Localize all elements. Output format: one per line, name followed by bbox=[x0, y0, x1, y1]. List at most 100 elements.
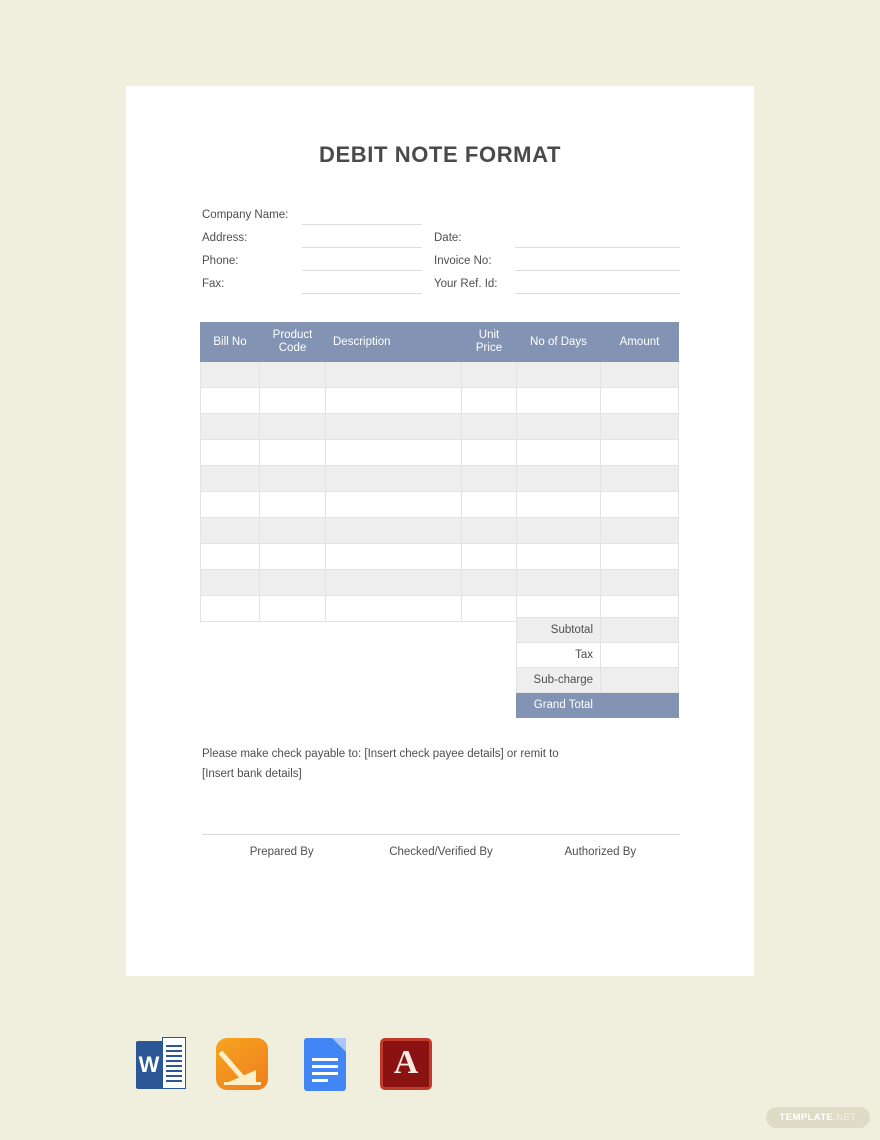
column-header-product-code[interactable]: Product Code bbox=[259, 321, 326, 363]
phone-label: Phone: bbox=[202, 255, 239, 267]
column-header-unit-price[interactable]: Unit Price bbox=[461, 321, 517, 363]
table-cell[interactable] bbox=[516, 491, 601, 519]
table-cell[interactable] bbox=[516, 439, 601, 467]
table-cell[interactable] bbox=[516, 543, 601, 571]
table-cell[interactable] bbox=[461, 491, 517, 519]
table-cell[interactable] bbox=[325, 465, 462, 493]
table-cell[interactable] bbox=[200, 491, 260, 519]
form-row-1: Company Name: bbox=[202, 207, 680, 230]
google-docs-icon[interactable] bbox=[294, 1036, 356, 1094]
template-net-watermark[interactable]: TEMPLATE .NET bbox=[766, 1107, 870, 1128]
table-row bbox=[200, 569, 679, 597]
table-cell[interactable] bbox=[325, 387, 462, 415]
table-cell[interactable] bbox=[516, 465, 601, 493]
table-cell[interactable] bbox=[600, 543, 679, 571]
table-cell[interactable] bbox=[516, 387, 601, 415]
form-fields: Company Name: Address: Date: Phone: Invo… bbox=[202, 207, 680, 299]
fax-input[interactable] bbox=[302, 276, 422, 294]
word-letter: W bbox=[138, 1052, 160, 1077]
adobe-pdf-icon[interactable]: A bbox=[376, 1036, 438, 1094]
your-ref-id-input[interactable] bbox=[515, 276, 680, 294]
totals-row-grand-total: Grand Total bbox=[516, 692, 679, 718]
table-cell[interactable] bbox=[200, 543, 260, 571]
form-row-3: Phone: Invoice No: bbox=[202, 253, 680, 276]
table-cell[interactable] bbox=[259, 387, 326, 415]
date-label: Date: bbox=[434, 232, 462, 244]
invoice-no-label: Invoice No: bbox=[434, 255, 492, 267]
address-input[interactable] bbox=[302, 230, 422, 248]
table-cell[interactable] bbox=[200, 595, 260, 623]
table-cell[interactable] bbox=[200, 387, 260, 415]
table-cell[interactable] bbox=[259, 517, 326, 545]
sub-charge-value[interactable] bbox=[600, 667, 679, 693]
table-cell[interactable] bbox=[200, 465, 260, 493]
tax-value[interactable] bbox=[600, 642, 679, 668]
table-cell[interactable] bbox=[259, 491, 326, 519]
table-cell[interactable] bbox=[259, 465, 326, 493]
table-cell[interactable] bbox=[461, 465, 517, 493]
table-cell[interactable] bbox=[516, 361, 601, 389]
table-cell[interactable] bbox=[516, 569, 601, 597]
column-header-amount[interactable]: Amount bbox=[600, 321, 679, 363]
table-cell[interactable] bbox=[516, 517, 601, 545]
table-cell[interactable] bbox=[461, 439, 517, 467]
table-row bbox=[200, 361, 679, 389]
table-cell[interactable] bbox=[461, 569, 517, 597]
invoice-no-input[interactable] bbox=[515, 253, 680, 271]
table-cell[interactable] bbox=[461, 543, 517, 571]
grand-total-value[interactable] bbox=[600, 692, 679, 718]
table-cell[interactable] bbox=[325, 413, 462, 441]
table-cell[interactable] bbox=[200, 413, 260, 441]
column-header-description[interactable]: Description bbox=[325, 321, 462, 363]
table-cell[interactable] bbox=[600, 439, 679, 467]
table-cell[interactable] bbox=[325, 569, 462, 597]
table-cell[interactable] bbox=[325, 517, 462, 545]
table-cell[interactable] bbox=[325, 543, 462, 571]
table-cell[interactable] bbox=[461, 387, 517, 415]
table-cell[interactable] bbox=[259, 413, 326, 441]
table-cell[interactable] bbox=[259, 361, 326, 389]
apple-pages-icon[interactable] bbox=[212, 1036, 274, 1094]
table-cell[interactable] bbox=[461, 595, 517, 623]
table-cell[interactable] bbox=[200, 517, 260, 545]
table-cell[interactable] bbox=[200, 569, 260, 597]
table-cell[interactable] bbox=[461, 413, 517, 441]
table-cell[interactable] bbox=[259, 569, 326, 597]
company-name-input[interactable] bbox=[302, 207, 422, 225]
signature-row: Prepared By Checked/Verified By Authoriz… bbox=[202, 834, 680, 858]
table-cell[interactable] bbox=[259, 543, 326, 571]
table-cell[interactable] bbox=[600, 517, 679, 545]
table-cell[interactable] bbox=[325, 439, 462, 467]
totals-row-sub-charge: Sub-charge bbox=[516, 667, 679, 693]
table-cell[interactable] bbox=[200, 439, 260, 467]
signature-line[interactable] bbox=[520, 834, 680, 835]
microsoft-word-icon[interactable]: W bbox=[130, 1036, 192, 1094]
table-cell[interactable] bbox=[259, 439, 326, 467]
table-cell[interactable] bbox=[516, 413, 601, 441]
table-cell[interactable] bbox=[325, 595, 462, 623]
table-cell[interactable] bbox=[600, 569, 679, 597]
table-cell[interactable] bbox=[259, 595, 326, 623]
signature-label: Prepared By bbox=[249, 846, 314, 858]
table-cell[interactable] bbox=[200, 361, 260, 389]
table-cell[interactable] bbox=[600, 413, 679, 441]
table-cell[interactable] bbox=[325, 491, 462, 519]
table-cell[interactable] bbox=[461, 517, 517, 545]
column-header-no-of-days[interactable]: No of Days bbox=[516, 321, 601, 363]
subtotal-value[interactable] bbox=[600, 617, 679, 643]
column-header-bill-no[interactable]: Bill No bbox=[200, 321, 260, 363]
table-cell[interactable] bbox=[600, 361, 679, 389]
word-lines bbox=[162, 1037, 186, 1089]
date-input[interactable] bbox=[515, 230, 680, 248]
signature-line[interactable] bbox=[202, 834, 362, 835]
gdocs-fold bbox=[332, 1038, 346, 1052]
payment-instructions-line-1: Please make check payable to: [Insert ch… bbox=[202, 748, 559, 760]
phone-input[interactable] bbox=[302, 253, 422, 271]
signature-line[interactable] bbox=[361, 834, 521, 835]
table-cell[interactable] bbox=[600, 491, 679, 519]
table-cell[interactable] bbox=[461, 361, 517, 389]
table-cell[interactable] bbox=[600, 387, 679, 415]
table-row bbox=[200, 491, 679, 519]
table-cell[interactable] bbox=[325, 361, 462, 389]
table-cell[interactable] bbox=[600, 465, 679, 493]
